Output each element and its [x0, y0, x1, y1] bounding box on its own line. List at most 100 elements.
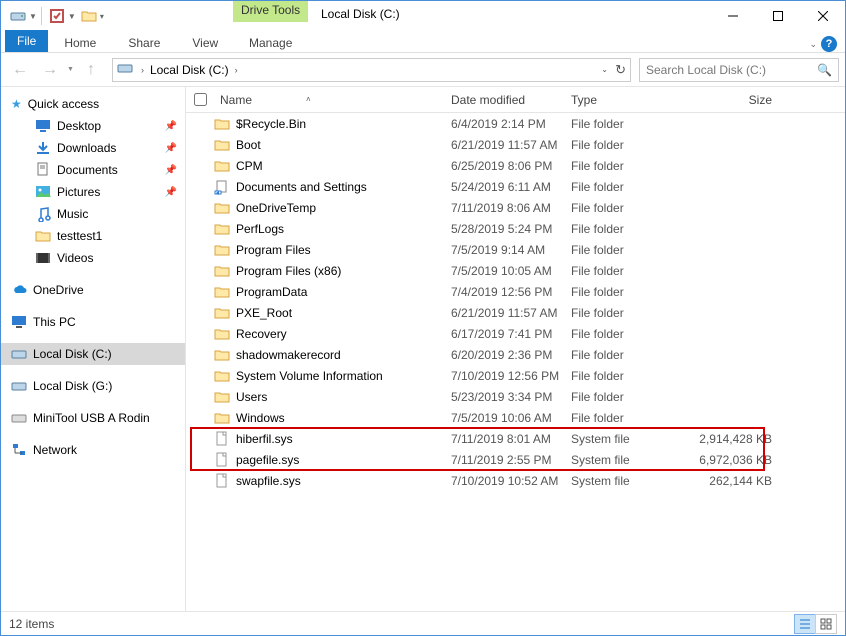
file-type: File folder [571, 222, 686, 236]
file-list[interactable]: $Recycle.Bin6/4/2019 2:14 PMFile folderB… [186, 113, 845, 629]
column-header-size[interactable]: Size [686, 93, 776, 107]
file-type: File folder [571, 138, 686, 152]
pin-icon: 📌 [165, 187, 177, 198]
new-folder-icon[interactable] [78, 5, 100, 27]
onedrive-icon [11, 282, 27, 298]
file-name: Windows [236, 411, 285, 425]
column-headers: Name˄ Date modified Type Size [186, 87, 845, 113]
file-row[interactable]: PerfLogs5/28/2019 5:24 PMFile folder [186, 218, 845, 239]
file-row[interactable]: PXE_Root6/21/2019 11:57 AMFile folder [186, 302, 845, 323]
documents-icon [35, 162, 51, 178]
column-header-name[interactable]: Name˄ [214, 93, 451, 107]
file-row[interactable]: System Volume Information7/10/2019 12:56… [186, 365, 845, 386]
customize-qat-icon[interactable]: ▾ [100, 12, 104, 21]
breadcrumb[interactable]: Local Disk (C:) [146, 63, 233, 77]
sidebar-item-local-c[interactable]: Local Disk (C:) [1, 343, 185, 365]
sidebar-item-minitool[interactable]: MiniTool USB A Rodin [1, 407, 185, 429]
file-row[interactable]: $Recycle.Bin6/4/2019 2:14 PMFile folder [186, 113, 845, 134]
details-view-button[interactable] [794, 614, 816, 634]
recent-locations-icon[interactable]: ▼ [67, 66, 74, 73]
disk-icon [11, 378, 27, 394]
file-type: File folder [571, 243, 686, 257]
file-icon [214, 389, 230, 405]
file-row[interactable]: Windows 7/5/2019 10:06 AMFile folder [186, 407, 845, 428]
navigation-bar: ← → ▼ ↑ › Local Disk (C:) › ⌄ ↻ Search L… [1, 53, 845, 87]
search-placeholder: Search Local Disk (C:) [646, 63, 766, 77]
manage-tab[interactable]: Manage [233, 34, 308, 52]
search-input[interactable]: Search Local Disk (C:) 🔍 [639, 58, 839, 82]
quick-access[interactable]: ★ Quick access [1, 93, 185, 115]
properties-icon[interactable] [46, 5, 68, 27]
file-name: ProgramData [236, 285, 307, 299]
file-tab[interactable]: File [5, 30, 48, 52]
file-icon [214, 347, 230, 363]
file-date: 7/5/2019 9:14 AM [451, 243, 571, 257]
help-icon[interactable]: ? [821, 36, 837, 52]
qat-dropdown-icon[interactable]: ▼ [29, 12, 37, 21]
pin-icon: 📌 [165, 143, 177, 154]
chevron-right-icon[interactable]: › [233, 65, 240, 75]
close-button[interactable] [800, 1, 845, 31]
home-tab[interactable]: Home [48, 34, 112, 52]
thumbnails-view-button[interactable] [815, 614, 837, 634]
file-size: 2,914,428 KB [686, 432, 776, 446]
forward-button[interactable]: → [37, 57, 63, 83]
refresh-icon[interactable]: ↻ [615, 62, 626, 78]
share-tab[interactable]: Share [112, 34, 176, 52]
file-date: 7/11/2019 8:01 AM [451, 432, 571, 446]
minimize-button[interactable] [710, 1, 755, 31]
sidebar-item-videos[interactable]: Videos [1, 247, 185, 269]
sidebar-item-thispc[interactable]: This PC [1, 311, 185, 333]
file-name: pagefile.sys [236, 453, 299, 467]
file-type: File folder [571, 264, 686, 278]
file-row[interactable]: ProgramData7/4/2019 12:56 PMFile folder [186, 281, 845, 302]
drive-tools-tab[interactable]: Drive Tools [233, 1, 308, 22]
file-name: CPM [236, 159, 263, 173]
file-row[interactable]: swapfile.sys7/10/2019 10:52 AMSystem fil… [186, 470, 845, 491]
file-date: 5/24/2019 6:11 AM [451, 180, 571, 194]
back-button[interactable]: ← [7, 57, 33, 83]
status-bar: 12 items [1, 611, 845, 635]
file-type: File folder [571, 411, 686, 425]
sidebar-item-pictures[interactable]: Pictures📌 [1, 181, 185, 203]
sidebar-item-testtest1[interactable]: testtest1 [1, 225, 185, 247]
sidebar-item-music[interactable]: Music [1, 203, 185, 225]
file-row[interactable]: CPM6/25/2019 8:06 PMFile folder [186, 155, 845, 176]
folder-icon [35, 228, 51, 244]
properties-dropdown-icon[interactable]: ▼ [68, 12, 76, 21]
sidebar-item-desktop[interactable]: Desktop📌 [1, 115, 185, 137]
address-bar[interactable]: › Local Disk (C:) › ⌄ ↻ [112, 58, 631, 82]
file-row[interactable]: hiberfil.sys7/11/2019 8:01 AMSystem file… [186, 428, 845, 449]
file-row[interactable]: pagefile.sys7/11/2019 2:55 PMSystem file… [186, 449, 845, 470]
file-row[interactable]: Documents and Settings5/24/2019 6:11 AMF… [186, 176, 845, 197]
select-all-checkbox[interactable] [186, 93, 214, 106]
file-date: 7/10/2019 12:56 PM [451, 369, 571, 383]
sidebar-item-downloads[interactable]: Downloads📌 [1, 137, 185, 159]
file-row[interactable]: OneDriveTemp7/11/2019 8:06 AMFile folder [186, 197, 845, 218]
up-button[interactable]: ↑ [78, 57, 104, 83]
file-name: swapfile.sys [236, 474, 301, 488]
address-dropdown-icon[interactable]: ⌄ [601, 65, 608, 74]
column-header-date[interactable]: Date modified [451, 93, 571, 107]
file-date: 7/10/2019 10:52 AM [451, 474, 571, 488]
file-row[interactable]: Users5/23/2019 3:34 PMFile folder [186, 386, 845, 407]
file-date: 7/5/2019 10:06 AM [451, 411, 571, 425]
file-name: Program Files [236, 243, 311, 257]
file-row[interactable]: Program Files 7/5/2019 9:14 AMFile folder [186, 239, 845, 260]
file-row[interactable]: Program Files (x86)7/5/2019 10:05 AMFile… [186, 260, 845, 281]
file-type: File folder [571, 285, 686, 299]
sidebar-item-onedrive[interactable]: OneDrive [1, 279, 185, 301]
thispc-icon [11, 314, 27, 330]
sidebar-item-documents[interactable]: Documents📌 [1, 159, 185, 181]
ribbon-expand-icon[interactable]: ⌄ [809, 39, 817, 50]
file-row[interactable]: Recovery6/17/2019 7:41 PMFile folder [186, 323, 845, 344]
sidebar-item-network[interactable]: Network [1, 439, 185, 461]
chevron-right-icon[interactable]: › [139, 65, 146, 75]
view-tab[interactable]: View [176, 34, 234, 52]
file-row[interactable]: Boot6/21/2019 11:57 AMFile folder [186, 134, 845, 155]
sidebar-item-local-g[interactable]: Local Disk (G:) [1, 375, 185, 397]
file-row[interactable]: shadowmakerecord6/20/2019 2:36 PMFile fo… [186, 344, 845, 365]
disk-icon [117, 62, 135, 78]
column-header-type[interactable]: Type [571, 93, 686, 107]
maximize-button[interactable] [755, 1, 800, 31]
